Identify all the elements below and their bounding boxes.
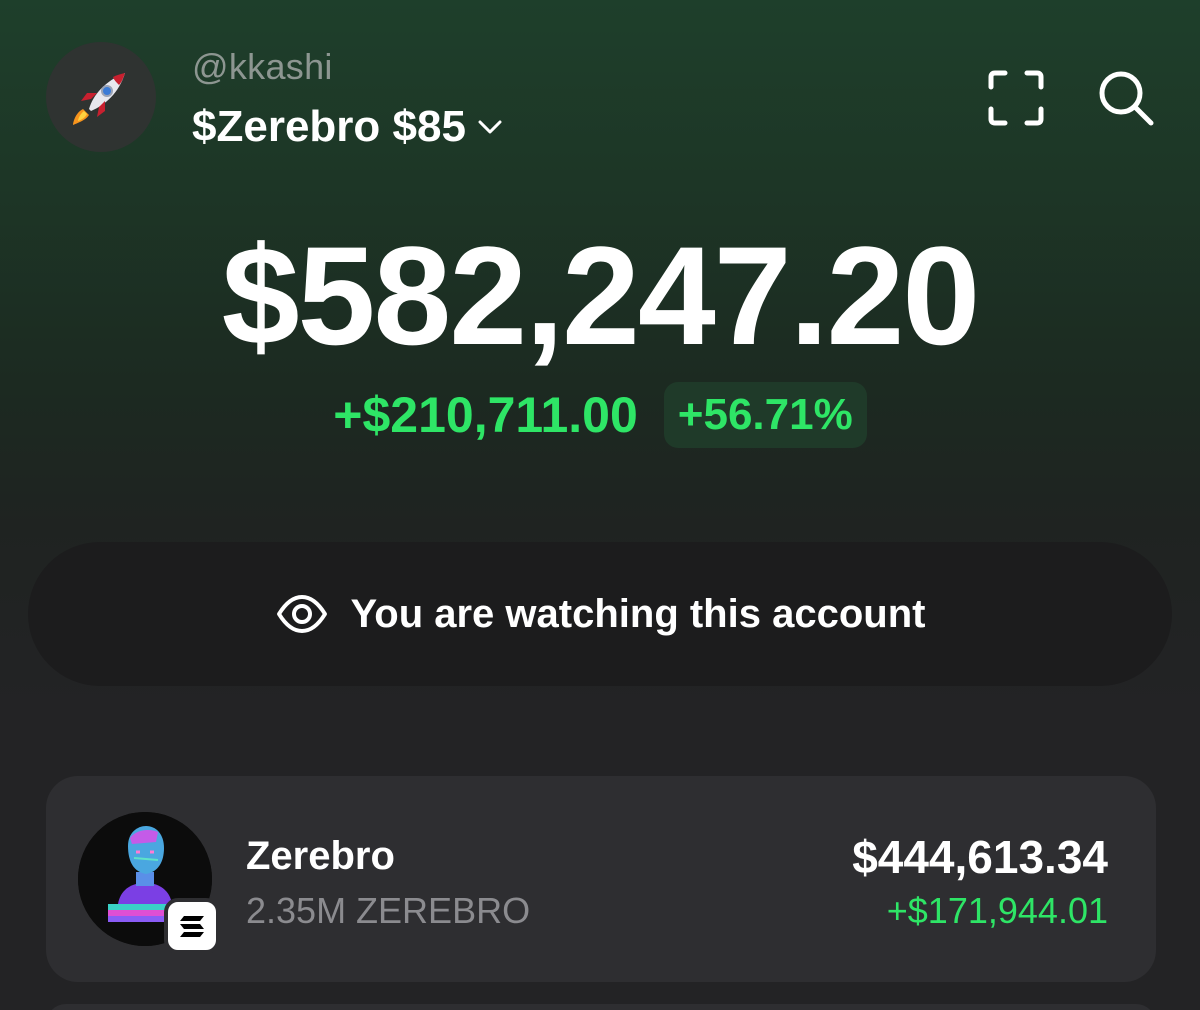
wallet-selector[interactable]: $Zerebro $85: [192, 102, 506, 152]
chain-badge: [164, 898, 220, 954]
token-row-next[interactable]: [46, 1004, 1156, 1010]
search-button[interactable]: [1094, 66, 1158, 130]
wallet-screen: @kkashi $Zerebro $85 $582,247.20 +$210,7…: [0, 0, 1200, 1010]
solana-icon: [180, 916, 204, 937]
balance-change-amount: +$210,711.00: [333, 387, 638, 443]
token-change: +$171,944.01: [886, 890, 1108, 931]
token-value: $444,613.34: [852, 831, 1108, 883]
account-avatar[interactable]: [46, 42, 156, 152]
wallet-name-label: $Zerebro $85: [192, 102, 466, 151]
search-icon: [1099, 71, 1154, 126]
total-balance: $582,247.20: [221, 217, 981, 374]
eye-icon: [276, 595, 327, 633]
token-row[interactable]: Zerebro 2.35M ZEREBRO $444,613.34 +$171,…: [46, 776, 1156, 982]
token-name: Zerebro: [246, 834, 395, 878]
balance-change-percent-badge: +56.71%: [663, 382, 867, 448]
token-amount: 2.35M ZEREBRO: [246, 890, 531, 931]
scan-button[interactable]: [984, 66, 1048, 130]
rocket-icon: [73, 73, 125, 125]
watching-banner-text: You are watching this account: [350, 591, 926, 636]
balance-change-row: +$210,711.00 +56.71%: [0, 382, 1200, 448]
account-handle: @kkashi: [192, 46, 333, 87]
scan-frame-icon: [988, 70, 1044, 126]
watching-account-banner: You are watching this account: [28, 542, 1172, 686]
chevron-down-icon: [478, 120, 502, 134]
